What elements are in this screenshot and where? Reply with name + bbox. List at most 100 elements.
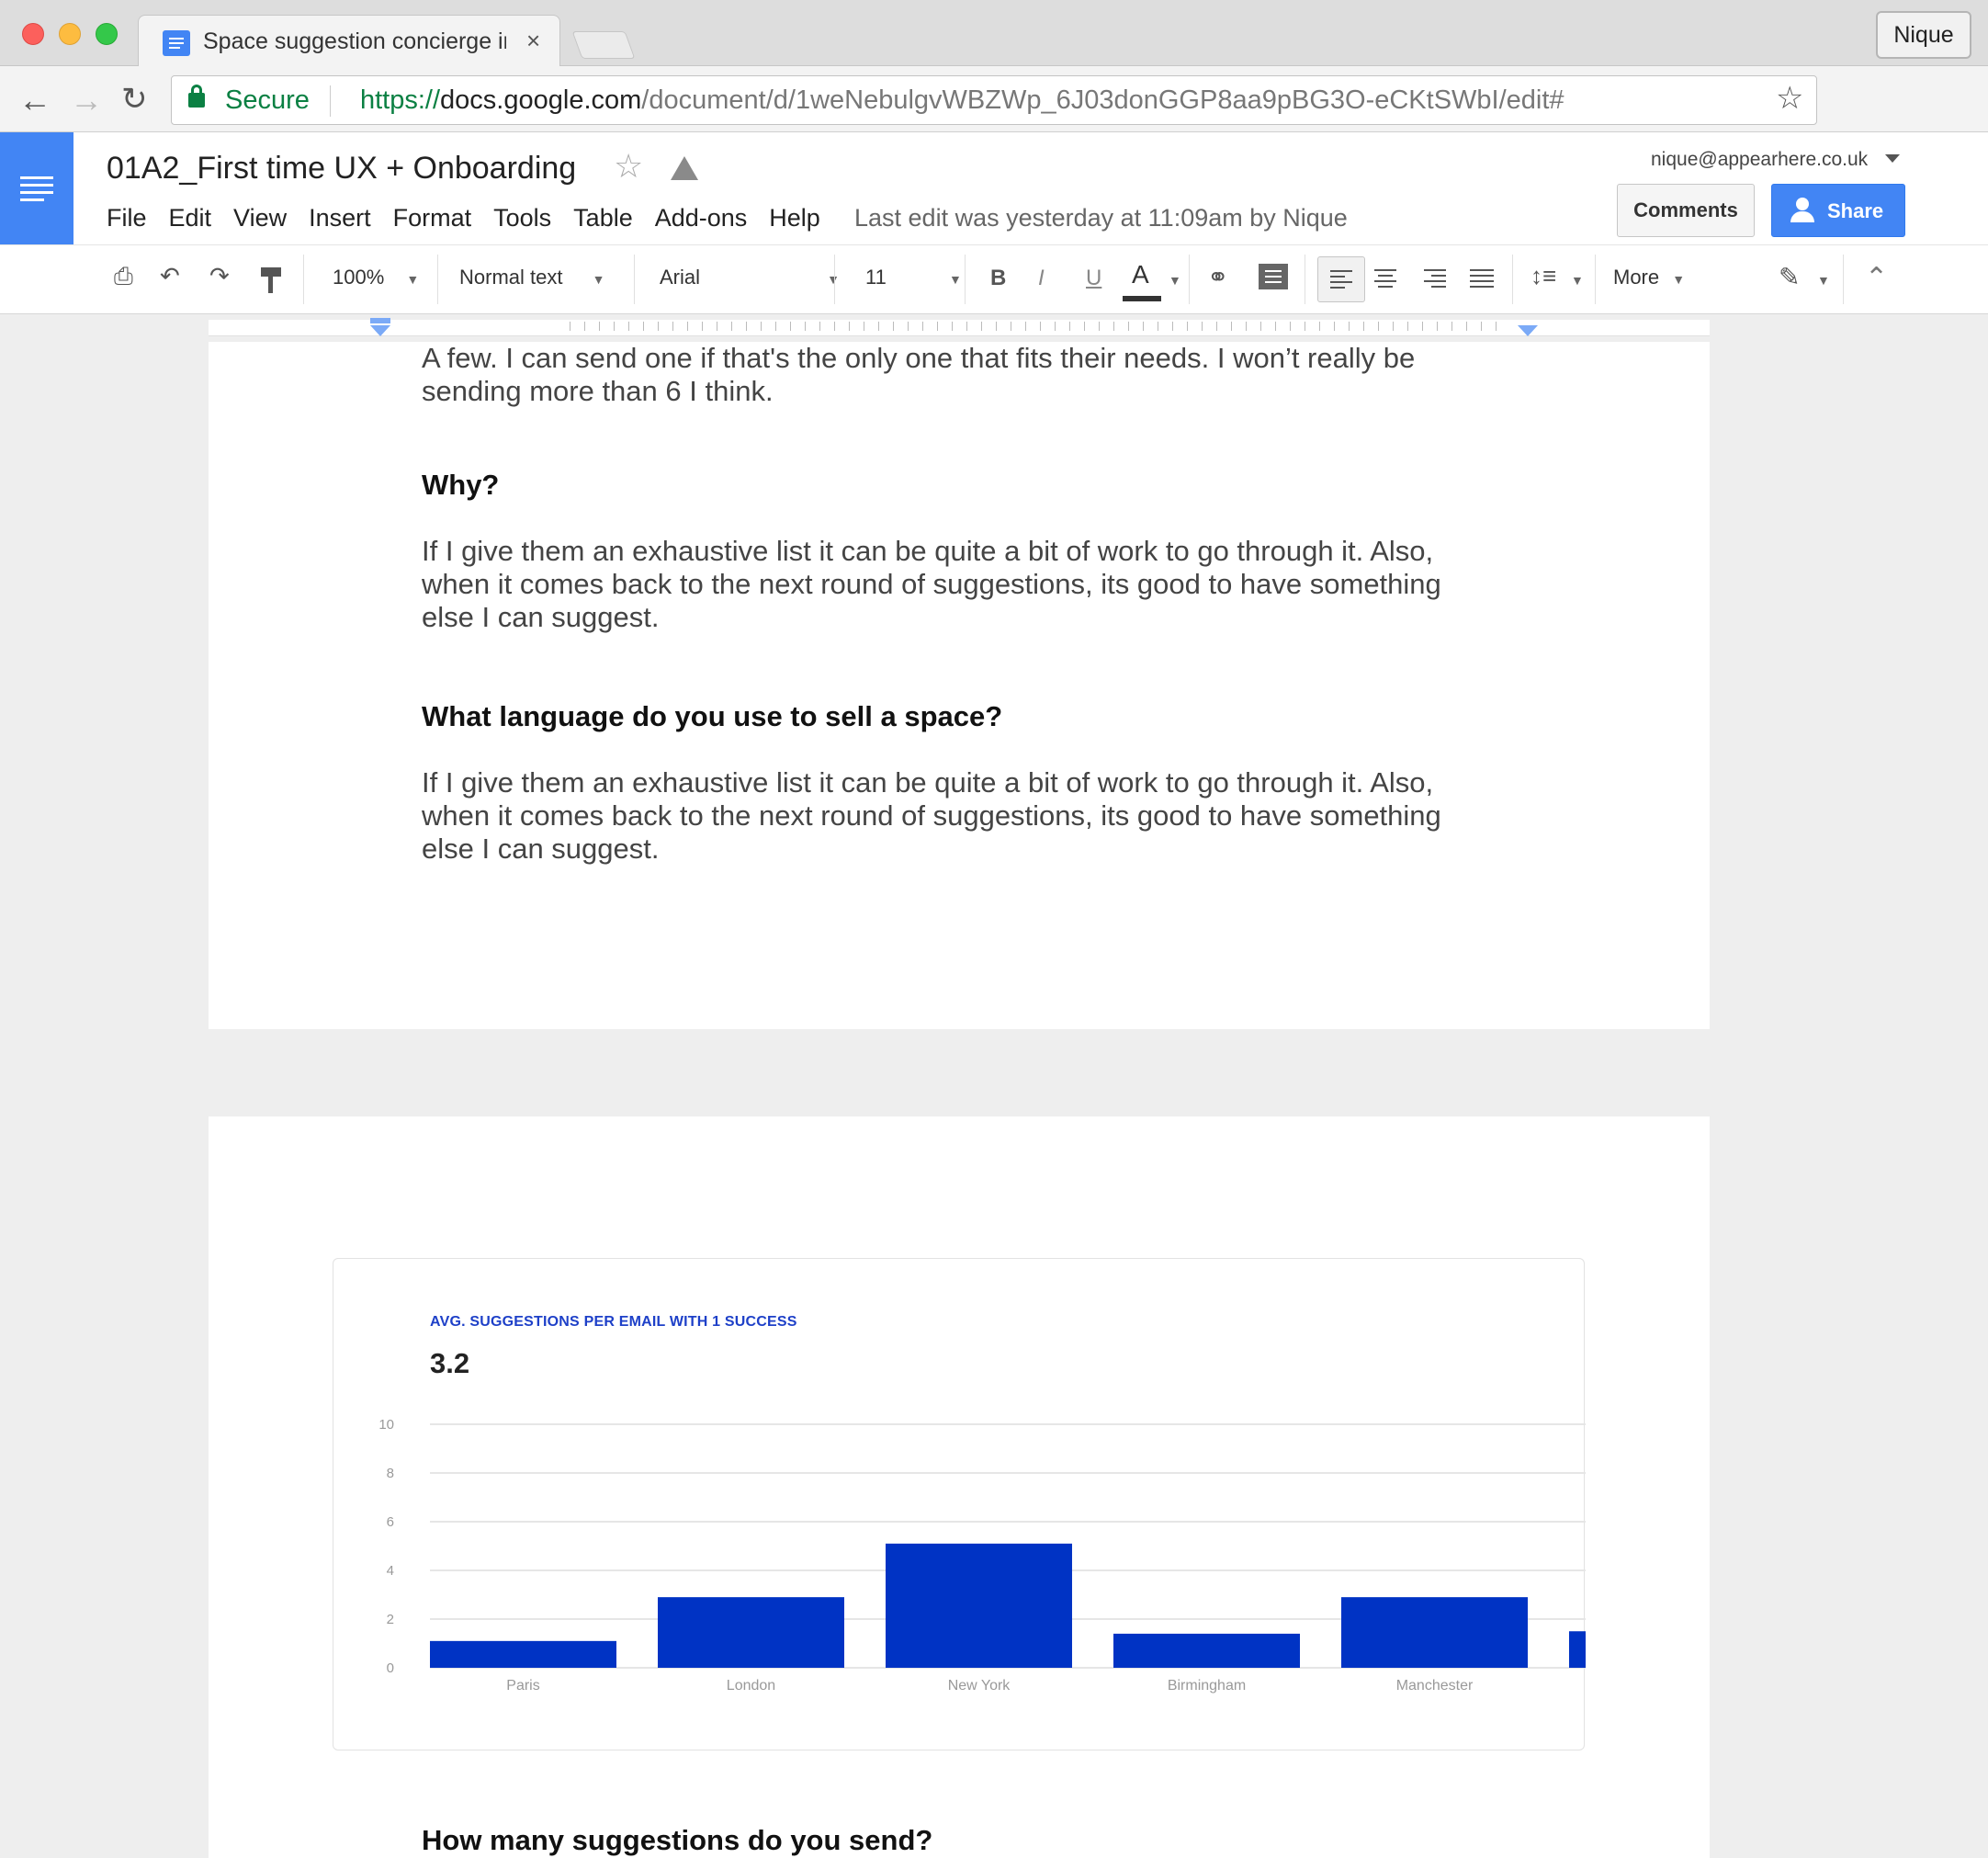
left-indent-marker[interactable] — [370, 325, 390, 336]
style-select[interactable]: Normal text ▼ — [459, 266, 604, 289]
profile-button[interactable]: Nique — [1876, 11, 1971, 59]
line-spacing-icon[interactable]: ↕≡ — [1531, 262, 1556, 290]
docs-favicon-icon — [163, 30, 190, 56]
back-arrow-icon[interactable]: ← — [18, 81, 51, 119]
align-center-button[interactable] — [1372, 269, 1398, 289]
document-page[interactable]: AVG. SUGGESTIONS PER EMAIL WITH 1 SUCCES… — [209, 1116, 1710, 1858]
document-page[interactable]: A few. I can send one if that's the only… — [209, 342, 1710, 1029]
editing-mode-pencil-icon[interactable]: ✎ — [1779, 262, 1800, 292]
account-dropdown-icon[interactable] — [1885, 154, 1900, 163]
toolbar-separator — [834, 255, 835, 304]
italic-button[interactable]: I — [1038, 266, 1045, 291]
x-tick-label: Birmingham — [1168, 1678, 1246, 1694]
language-paragraph: If I give them an exhaustive list it can… — [422, 766, 1441, 865]
url-scheme: https:// — [360, 85, 441, 115]
chart-bar — [1341, 1597, 1528, 1668]
menu-format[interactable]: Format — [393, 204, 472, 232]
move-to-folder-icon[interactable] — [671, 156, 698, 180]
insert-link-icon[interactable]: ⚭ — [1207, 262, 1228, 292]
comments-button[interactable]: Comments — [1617, 184, 1755, 237]
menu-file[interactable]: File — [107, 204, 147, 232]
text-color-button[interactable]: A — [1132, 260, 1149, 289]
underline-button[interactable]: U — [1086, 266, 1101, 291]
toolbar-separator — [1843, 255, 1844, 304]
account-email[interactable]: nique@appearhere.co.uk — [1651, 149, 1868, 171]
document-title[interactable]: 01A2_First time UX + Onboarding — [107, 151, 576, 187]
text-color-swatch — [1123, 296, 1161, 301]
first-line-indent-marker[interactable] — [370, 318, 390, 323]
line-spacing-dropdown-icon[interactable]: ▼ — [1571, 273, 1584, 288]
star-icon[interactable]: ☆ — [614, 147, 643, 186]
heading-why: Why? — [422, 469, 500, 501]
chart-bar — [430, 1640, 616, 1668]
toolbar-separator — [303, 255, 304, 304]
y-tick-label: 10 — [378, 1417, 394, 1433]
x-tick-label: New York — [948, 1678, 1011, 1694]
formatting-toolbar: ⎙ ↶ ↷ 100% ▼ Normal text ▼ Arial ▼ 11 ▼ … — [0, 244, 1988, 314]
url-text[interactable]: https://docs.google.com/document/d/1weNe… — [360, 85, 1564, 116]
minimize-window-button[interactable] — [59, 23, 81, 45]
redo-icon[interactable]: ↷ — [209, 262, 230, 290]
zoom-value: 100% — [333, 266, 385, 289]
browser-toolbar: ← → ↻ Secure https://docs.google.com/doc… — [0, 66, 1988, 132]
menu-help[interactable]: Help — [769, 204, 820, 232]
zoom-select[interactable]: 100% ▼ — [333, 266, 419, 289]
justify-button[interactable] — [1468, 269, 1494, 289]
chart-bar — [1113, 1633, 1300, 1668]
bold-button[interactable]: B — [990, 266, 1006, 291]
text-color-dropdown-icon[interactable]: ▼ — [1169, 273, 1181, 288]
menu-insert[interactable]: Insert — [309, 204, 371, 232]
y-tick-label: 6 — [387, 1514, 394, 1530]
forward-arrow-icon[interactable]: → — [70, 81, 103, 119]
maximize-window-button[interactable] — [96, 23, 118, 45]
address-divider — [330, 85, 331, 117]
heading-language: What language do you use to sell a space… — [422, 700, 1003, 732]
menu-addons[interactable]: Add-ons — [655, 204, 748, 232]
share-label: Share — [1827, 199, 1884, 222]
style-value: Normal text — [459, 266, 563, 289]
collapse-menus-icon[interactable]: ⌃ — [1865, 262, 1888, 294]
new-tab-button[interactable] — [571, 31, 636, 59]
font-select[interactable]: Arial ▼ — [660, 266, 840, 289]
insert-comment-icon[interactable] — [1259, 264, 1288, 289]
ruler-ticks — [570, 322, 1507, 331]
toolbar-separator — [634, 255, 635, 304]
browser-tab[interactable]: Space suggestion concierge in × — [138, 15, 560, 66]
toolbar-separator — [1189, 255, 1190, 304]
paint-format-icon[interactable] — [261, 267, 281, 293]
align-left-button[interactable] — [1317, 256, 1365, 302]
toolbar-separator — [437, 255, 438, 304]
font-size-select[interactable]: 11 ▼ — [865, 266, 962, 289]
bookmark-star-icon[interactable]: ☆ — [1776, 80, 1803, 117]
menu-view[interactable]: View — [233, 204, 287, 232]
url-domain: docs.google.com — [440, 85, 642, 115]
align-right-button[interactable] — [1422, 269, 1448, 289]
y-tick-label: 0 — [387, 1660, 394, 1676]
embedded-chart-image[interactable]: AVG. SUGGESTIONS PER EMAIL WITH 1 SUCCES… — [333, 1258, 1586, 1750]
right-indent-marker[interactable] — [1518, 325, 1538, 336]
y-tick-label: 4 — [387, 1563, 394, 1579]
tab-close-icon[interactable]: × — [526, 27, 540, 55]
more-button[interactable]: More ▼ — [1613, 266, 1685, 289]
share-button[interactable]: Share — [1771, 184, 1905, 237]
bar-chart: 0 2 4 6 8 10 Paris London New York Birmingham Manc… — [378, 1417, 1586, 1694]
docs-home-icon[interactable] — [0, 132, 73, 246]
menu-edit[interactable]: Edit — [169, 204, 212, 232]
x-tick-label: London — [727, 1678, 775, 1694]
menu-tools[interactable]: Tools — [493, 204, 551, 232]
url-path: /document/d/1weNebulgvWBZWp_6J03donGGP8a… — [641, 85, 1564, 115]
address-bar[interactable]: Secure https://docs.google.com/document/… — [171, 75, 1817, 125]
editing-mode-dropdown-icon[interactable]: ▼ — [1817, 273, 1830, 288]
chart-headline-value: 3.2 — [430, 1347, 470, 1379]
toolbar-separator — [1512, 255, 1513, 304]
last-edit-link[interactable]: Last edit was yesterday at 11:09am by Ni… — [854, 204, 1348, 232]
more-label: More — [1613, 266, 1660, 289]
close-window-button[interactable] — [22, 23, 44, 45]
undo-icon[interactable]: ↶ — [160, 262, 180, 290]
menu-bar: File Edit View Insert Format Tools Table… — [107, 204, 820, 232]
reload-icon[interactable]: ↻ — [121, 81, 148, 118]
toolbar-separator — [965, 255, 966, 304]
secure-label: Secure — [225, 85, 310, 115]
menu-table[interactable]: Table — [573, 204, 633, 232]
print-icon[interactable]: ⎙ — [114, 262, 133, 291]
